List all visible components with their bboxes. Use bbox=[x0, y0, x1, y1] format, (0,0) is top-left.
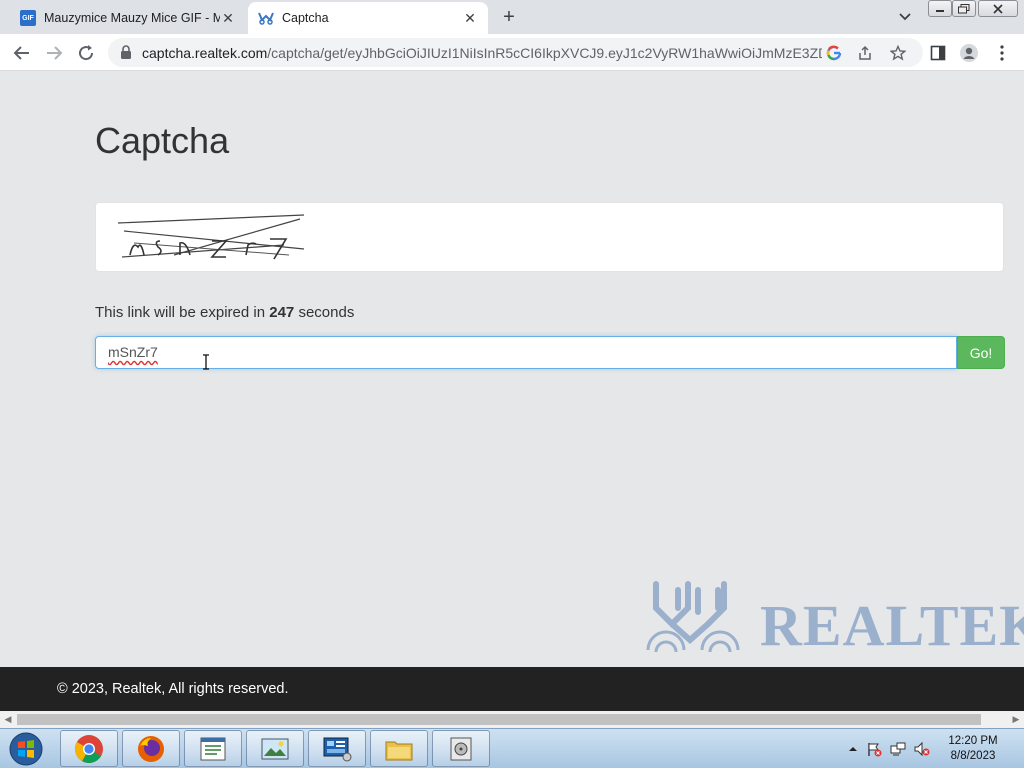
back-arrow-icon bbox=[13, 46, 29, 60]
side-panel-icon[interactable] bbox=[928, 43, 948, 63]
expiry-notice: This link will be expired in 247 seconds bbox=[95, 304, 355, 321]
reload-icon bbox=[79, 45, 94, 61]
page-title: Captcha bbox=[95, 120, 230, 161]
captcha-image-panel bbox=[95, 202, 1004, 272]
taskbar-file-explorer[interactable] bbox=[370, 730, 428, 767]
lock-icon[interactable] bbox=[120, 45, 132, 64]
realtek-logo: REALTEK bbox=[642, 578, 1024, 660]
scroll-left-icon[interactable]: ◀ bbox=[3, 714, 13, 724]
network-icon[interactable] bbox=[890, 741, 906, 757]
action-center-flag-icon[interactable] bbox=[866, 741, 882, 757]
share-icon[interactable] bbox=[856, 44, 874, 62]
footer-copyright: © 2023, Realtek, All rights reserved. bbox=[57, 681, 289, 697]
taskbar-firefox[interactable] bbox=[122, 730, 180, 767]
scroll-right-icon[interactable]: ▶ bbox=[1011, 714, 1021, 724]
system-clock[interactable]: 12:20 PM 8/8/2023 bbox=[938, 734, 1008, 764]
browser-toolbar: captcha.realtek.com/captcha/get/eyJhbGci… bbox=[0, 34, 1024, 71]
clock-time: 12:20 PM bbox=[948, 735, 998, 747]
minimize-window-button[interactable] bbox=[928, 0, 952, 17]
tab-captcha[interactable]: Captcha ✕ bbox=[248, 2, 488, 34]
tab-mauzymice-gif[interactable]: GIF Mauzymice Mauzy Mice GIF - Ma ✕ bbox=[10, 2, 246, 34]
windows-taskbar: 12:20 PM 8/8/2023 bbox=[0, 728, 1024, 768]
new-tab-button[interactable]: + bbox=[498, 6, 520, 28]
volume-muted-icon[interactable] bbox=[914, 741, 930, 757]
close-window-button[interactable] bbox=[978, 0, 1018, 17]
text-editor-icon bbox=[200, 737, 226, 760]
taskbar-control-panel[interactable] bbox=[308, 730, 366, 767]
windows-logo-icon bbox=[9, 732, 43, 766]
tab-search-chevron-icon[interactable] bbox=[896, 9, 914, 25]
photo-viewer-icon bbox=[261, 738, 289, 759]
page-footer: © 2023, Realtek, All rights reserved. bbox=[0, 667, 1024, 711]
profile-avatar-icon[interactable] bbox=[959, 43, 979, 63]
go-button[interactable]: Go! bbox=[957, 336, 1005, 369]
menu-kebab-icon[interactable] bbox=[992, 43, 1012, 63]
back-button[interactable] bbox=[11, 42, 33, 64]
captcha-image bbox=[117, 214, 305, 260]
chrome-icon bbox=[75, 734, 103, 763]
control-panel-icon bbox=[323, 737, 352, 761]
tab-title: Captcha bbox=[282, 11, 329, 25]
forward-button[interactable] bbox=[43, 42, 65, 64]
firefox-icon bbox=[138, 735, 164, 762]
gif-favicon-icon: GIF bbox=[20, 10, 36, 26]
scrollbar-thumb[interactable] bbox=[17, 714, 981, 725]
taskbar-chrome[interactable] bbox=[60, 730, 118, 767]
google-translate-icon[interactable] bbox=[825, 44, 843, 62]
captcha-answer-input[interactable] bbox=[95, 336, 957, 369]
restore-window-button[interactable] bbox=[952, 0, 976, 17]
tab-title: Mauzymice Mauzy Mice GIF - Ma bbox=[44, 11, 220, 25]
browser-tab-strip: GIF Mauzymice Mauzy Mice GIF - Ma ✕ Capt… bbox=[0, 0, 1024, 34]
address-bar[interactable]: captcha.realtek.com/captcha/get/eyJhbGci… bbox=[108, 38, 923, 67]
clock-date: 8/8/2023 bbox=[950, 750, 996, 762]
bookmark-star-icon[interactable] bbox=[889, 44, 907, 62]
start-button[interactable] bbox=[4, 731, 48, 767]
close-tab-icon[interactable]: ✕ bbox=[220, 10, 236, 26]
taskbar-notepad[interactable] bbox=[184, 730, 242, 767]
taskbar-photo-viewer[interactable] bbox=[246, 730, 304, 767]
taskbar-disk-utility[interactable] bbox=[432, 730, 490, 767]
close-tab-icon[interactable]: ✕ bbox=[462, 10, 478, 26]
disk-utility-icon bbox=[450, 737, 472, 760]
forward-arrow-icon bbox=[47, 46, 63, 60]
horizontal-scrollbar[interactable]: ◀ ▶ bbox=[0, 711, 1024, 728]
realtek-logo-text: REALTEK bbox=[760, 593, 1024, 658]
reload-button[interactable] bbox=[75, 42, 97, 64]
realtek-favicon-icon bbox=[258, 10, 274, 26]
show-hidden-icons-icon[interactable] bbox=[845, 741, 861, 757]
expiry-seconds: 247 bbox=[269, 304, 295, 321]
url-text[interactable]: captcha.realtek.com/captcha/get/eyJhbGci… bbox=[142, 45, 822, 61]
folder-icon bbox=[385, 741, 413, 760]
text-cursor-icon bbox=[203, 354, 209, 370]
